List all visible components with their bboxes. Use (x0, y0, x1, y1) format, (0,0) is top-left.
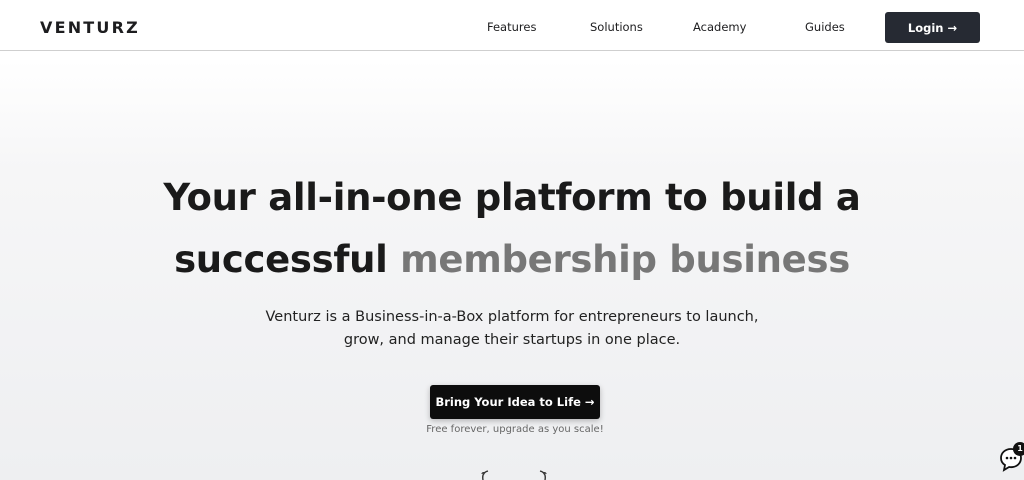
nav-link-academy[interactable]: Academy (693, 20, 746, 34)
hero-subtitle-line2: grow, and manage their startups in one p… (343, 331, 681, 348)
hero-title-line2-muted: membership business (400, 238, 850, 281)
hero-title-line2-dark: successful (174, 238, 388, 281)
cta-note: Free forever, upgrade as you scale! (426, 424, 604, 435)
top-navbar: VENTURZ Features Solutions Academy Guide… (0, 0, 1024, 51)
hero-title-line1: Your all-in-one platform to build a (163, 176, 861, 219)
hero-subtitle: Venturz is a Business-in-a-Box platform … (0, 306, 1024, 351)
laurel-right-icon (539, 470, 547, 480)
page: VENTURZ Features Solutions Academy Guide… (0, 0, 1024, 480)
nav-link-features[interactable]: Features (487, 20, 536, 34)
hero-title: Your all-in-one platform to build a succ… (0, 167, 1024, 291)
bring-idea-to-life-button[interactable]: Bring Your Idea to Life → (430, 385, 600, 419)
venturz-logo[interactable]: VENTURZ (40, 18, 140, 37)
laurel-left-icon (481, 470, 489, 480)
chat-notification-badge: 1 (1013, 442, 1024, 456)
nav-link-solutions[interactable]: Solutions (590, 20, 643, 34)
hero-subtitle-line1: Venturz is a Business-in-a-Box platform … (265, 309, 759, 325)
login-button[interactable]: Login → (885, 12, 980, 43)
nav-link-guides[interactable]: Guides (805, 20, 845, 34)
